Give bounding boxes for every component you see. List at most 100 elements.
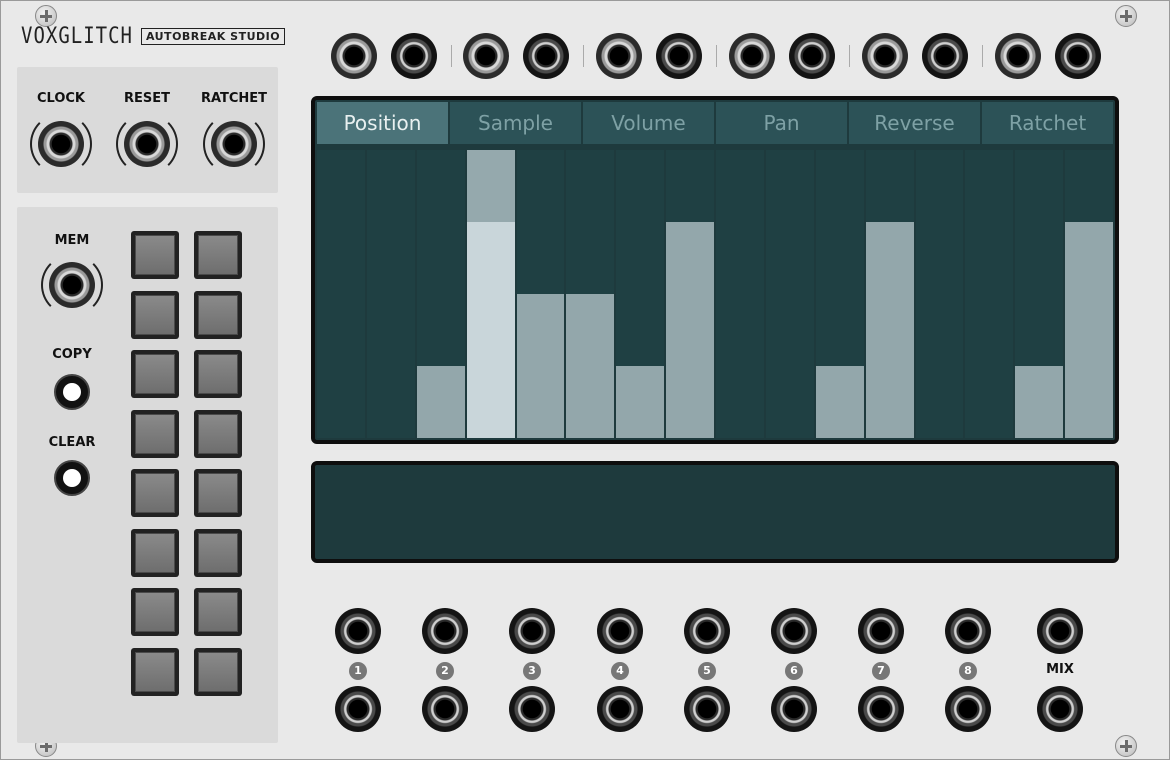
output-4-left-jack[interactable] [597,608,643,654]
mem-input-jack[interactable] [49,262,95,308]
output-8-left-jack[interactable] [945,608,991,654]
info-display [311,461,1119,563]
memory-slot-button[interactable] [194,409,242,458]
step-column[interactable] [317,150,365,438]
output-number-badge: 2 [436,662,454,680]
screw-icon [1115,735,1137,757]
output-7-left-jack[interactable] [858,608,904,654]
tab-volume[interactable]: Volume [583,102,714,144]
output-number-badge: 7 [872,662,890,680]
output-number-badge: 4 [611,662,629,680]
output-number-badge: 6 [785,662,803,680]
jack-top-1[interactable] [331,33,377,79]
step-column[interactable] [915,150,964,438]
jack-top-8[interactable] [789,33,835,79]
step-column[interactable] [416,150,465,438]
jack-top-11[interactable] [995,33,1041,79]
output-5-right-jack[interactable] [684,686,730,732]
tab-sample[interactable]: Sample [450,102,581,144]
output-2-right-jack[interactable] [422,686,468,732]
output-number-badge: 5 [698,662,716,680]
trigger-inputs-box: CLOCK RESET RATCHET [17,67,278,193]
step-bar [865,222,914,438]
step-column[interactable] [366,150,415,438]
reset-input-jack[interactable] [124,121,170,167]
step-bar-graph[interactable] [317,150,1113,438]
step-bar [666,222,714,438]
step-column[interactable] [466,150,515,438]
output-8-right-jack[interactable] [945,686,991,732]
tab-ratchet[interactable]: Ratchet [982,102,1113,144]
output-1-left-jack[interactable] [335,608,381,654]
memory-slot-button[interactable] [194,647,242,696]
memory-slot-button[interactable] [194,350,242,398]
tab-position[interactable]: Position [317,102,448,144]
step-bar [416,366,465,438]
jack-top-10[interactable] [922,33,968,79]
step-bar [815,366,864,438]
clear-button[interactable] [54,460,90,496]
memory-slot-button[interactable] [131,588,179,636]
brand: VOXGLITCH AUTOBREAK STUDIO [21,23,286,49]
output-6-left-jack[interactable] [771,608,817,654]
step-column[interactable] [516,150,565,438]
copy-button[interactable] [54,374,90,410]
memory-slot-button[interactable] [131,647,179,696]
output-4-right-jack[interactable] [597,686,643,732]
memory-slot-button[interactable] [194,231,242,279]
step-column[interactable] [616,150,665,438]
memory-slot-button[interactable] [131,290,179,339]
mix-left-output-jack[interactable] [1037,608,1083,654]
jack-top-6[interactable] [656,33,702,79]
jack-top-5[interactable] [596,33,642,79]
output-6-right-jack[interactable] [771,686,817,732]
step-column[interactable] [965,150,1014,438]
step-column[interactable] [815,150,864,438]
jack-top-2[interactable] [391,33,437,79]
tab-pan[interactable]: Pan [716,102,847,144]
memory-slot-button[interactable] [131,350,179,398]
mix-label: MIX [1046,662,1074,677]
output-3-right-jack[interactable] [509,686,555,732]
step-column[interactable] [765,150,814,438]
mix-right-output-jack[interactable] [1037,686,1083,732]
jack-top-3[interactable] [463,33,509,79]
step-bar [516,294,565,438]
output-5-left-jack[interactable] [684,608,730,654]
memory-slot-button[interactable] [194,469,242,517]
memory-slot-button[interactable] [194,528,242,577]
output-1-right-jack[interactable] [335,686,381,732]
brand-logo: VOXGLITCH [21,23,133,49]
memory-slot-button[interactable] [194,290,242,339]
step-column[interactable] [865,150,914,438]
output-number-badge: 3 [523,662,541,680]
memory-slot-button[interactable] [131,528,179,577]
step-column[interactable] [716,150,764,438]
jack-top-9[interactable] [862,33,908,79]
brand-product: AUTOBREAK STUDIO [140,27,286,45]
memory-slot-button[interactable] [131,231,179,279]
memory-slot-button[interactable] [131,409,179,458]
output-3-left-jack[interactable] [509,608,555,654]
memory-slot-button[interactable] [194,588,242,636]
output-2-left-jack[interactable] [422,608,468,654]
memory-box: MEM COPY CLEAR [17,207,278,743]
jack-top-7[interactable] [729,33,775,79]
ratchet-input-jack[interactable] [211,121,257,167]
screw-icon [1115,5,1137,27]
step-bar [1065,222,1113,438]
step-column[interactable] [666,150,714,438]
step-column[interactable] [1065,150,1113,438]
jack-top-12[interactable] [1055,33,1101,79]
step-column[interactable] [566,150,615,438]
tab-reverse[interactable]: Reverse [849,102,980,144]
memory-slot-button[interactable] [131,469,179,517]
step-column[interactable] [1015,150,1064,438]
step-bar [466,222,515,438]
clock-input-jack[interactable] [38,121,84,167]
output-7-right-jack[interactable] [858,686,904,732]
module-panel: VOXGLITCH AUTOBREAK STUDIO CLOCK RESET R… [0,0,1170,760]
output-number-badge: 8 [959,662,977,680]
jack-top-4[interactable] [523,33,569,79]
step-bar [616,366,665,438]
